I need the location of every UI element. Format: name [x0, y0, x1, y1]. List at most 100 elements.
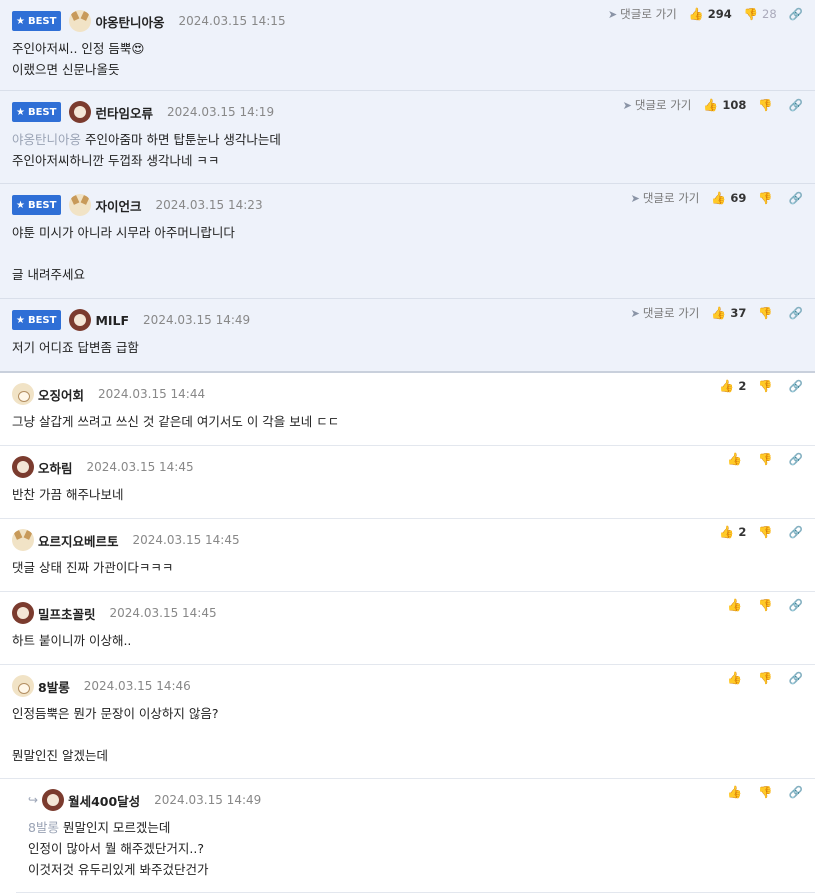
nickname[interactable]: MILF	[95, 313, 129, 328]
nickname[interactable]: 자이언크	[95, 196, 141, 215]
link-icon[interactable]: 🔗	[789, 306, 803, 320]
link-icon[interactable]: 🔗	[789, 598, 803, 612]
mention[interactable]: 야옹탄니아옹	[12, 132, 81, 147]
link-icon[interactable]: 🔗	[789, 98, 803, 112]
mention[interactable]: 8발롱	[28, 820, 59, 835]
upvote-button[interactable]: 👍	[727, 671, 746, 685]
comment-body: 야옹탄니아옹 주인아줌마 하면 탑툰눈나 생각나는데 주인아저씨하니깐 두껍좌 생…	[12, 132, 281, 168]
comment-actions: ➤ 댓글로 가기 👍 69 👎 🔗	[631, 190, 803, 206]
comment-actions: 👍 2 👎 🔗	[719, 525, 803, 539]
best-badge: ★ BEST	[12, 195, 62, 215]
comment-actions: ➤ 댓글로 가기 👍 108 👎 🔗	[623, 97, 803, 113]
downvote-button[interactable]: 👎	[758, 452, 776, 466]
comment-item: 오징어회 2024.03.15 14:44 👍 2 👎 🔗 그냥 살갑게 쓰려고 …	[0, 373, 815, 446]
comment-actions: 👍 👎 🔗	[727, 598, 803, 612]
thumbs-up-icon: 👍	[727, 785, 743, 799]
avatar[interactable]	[12, 602, 34, 624]
avatar[interactable]	[69, 101, 92, 123]
comment-actions: 👍 👎 🔗	[727, 452, 803, 466]
comment-date: 2024.03.15 14:15	[178, 14, 286, 28]
nickname[interactable]: 밀프초꼴릿	[38, 604, 96, 623]
nickname[interactable]: 8발롱	[38, 677, 70, 696]
thumbs-down-icon: 👎	[758, 98, 773, 112]
send-icon: ➤	[630, 306, 640, 320]
upvote-button[interactable]: 👍	[727, 452, 746, 466]
thumbs-up-icon: 👍	[727, 671, 743, 685]
nickname[interactable]: 런타임오류	[95, 103, 153, 122]
nickname[interactable]: 월세400달성	[68, 791, 140, 810]
link-icon[interactable]: 🔗	[789, 7, 803, 21]
comment-actions: 👍 2 👎 🔗	[719, 379, 803, 393]
goto-comment-link[interactable]: ➤ 댓글로 가기	[631, 305, 700, 321]
downvote-button[interactable]: 👎	[758, 525, 776, 539]
comment-body: 하트 붙이니까 이상해..	[12, 633, 132, 648]
nickname[interactable]: 오징어회	[38, 385, 84, 404]
comment-date: 2024.03.15 14:45	[86, 460, 194, 474]
send-icon: ➤	[622, 98, 632, 112]
comment-date: 2024.03.15 14:23	[155, 198, 263, 212]
avatar[interactable]	[12, 383, 34, 405]
avatar[interactable]	[69, 10, 92, 32]
comment-item: 8발롱 2024.03.15 14:46 👍 👎 🔗 인정듬뿍은 뭔가 문장이 …	[0, 665, 815, 779]
comment-date: 2024.03.15 14:45	[132, 533, 240, 547]
upvote-button[interactable]: 👍 37	[711, 306, 746, 320]
goto-comment-link[interactable]: ➤ 댓글로 가기	[608, 6, 677, 22]
thumbs-down-icon: 👎	[758, 379, 773, 393]
link-icon[interactable]: 🔗	[789, 191, 803, 205]
comment-body: 저기 어디죠 답변좀 급함	[12, 340, 139, 355]
comment-actions: ➤ 댓글로 가기 👍 294 👎 28 🔗	[608, 6, 803, 22]
comment-actions: 👍 👎 🔗	[727, 671, 803, 685]
thumbs-up-icon: 👍	[727, 598, 743, 612]
comment-body: 8발롱 뭔말인지 모르겠는데 인정이 많아서 뭘 해주겠단거지..? 이것저것 유두…	[28, 820, 209, 877]
avatar[interactable]	[12, 529, 34, 551]
upvote-button[interactable]: 👍 108	[703, 98, 746, 112]
thumbs-down-icon: 👎	[758, 785, 773, 799]
avatar[interactable]	[12, 675, 34, 697]
link-icon[interactable]: 🔗	[789, 452, 803, 466]
downvote-button[interactable]: 👎	[758, 379, 776, 393]
link-icon[interactable]: 🔗	[789, 785, 803, 799]
comment-date: 2024.03.15 14:45	[109, 606, 217, 620]
goto-comment-link[interactable]: ➤ 댓글로 가기	[623, 97, 692, 113]
downvote-button[interactable]: 👎	[758, 306, 776, 320]
downvote-button[interactable]: 👎	[758, 598, 776, 612]
downvote-button[interactable]: 👎	[758, 191, 776, 205]
link-icon[interactable]: 🔗	[789, 379, 803, 393]
comment-date: 2024.03.15 14:44	[98, 387, 206, 401]
link-icon[interactable]: 🔗	[789, 671, 803, 685]
upvote-button[interactable]: 👍 2	[719, 379, 746, 393]
upvote-button[interactable]: 👍 2	[719, 525, 746, 539]
upvote-button[interactable]: 👍	[727, 598, 746, 612]
avatar[interactable]	[69, 194, 92, 216]
nickname[interactable]: 오하림	[38, 458, 73, 477]
goto-comment-link[interactable]: ➤ 댓글로 가기	[631, 190, 700, 206]
thumbs-up-icon: 👍	[719, 379, 735, 393]
link-icon[interactable]: 🔗	[789, 525, 803, 539]
downvote-button[interactable]: 👎	[758, 98, 776, 112]
comment-item: ★ BEST 자이언크 2024.03.15 14:23 ➤ 댓글로 가기 👍 69 …	[0, 184, 815, 299]
thumbs-up-icon: 👍	[719, 525, 735, 539]
upvote-button[interactable]: 👍 294	[689, 7, 732, 21]
nickname[interactable]: 야옹탄니아옹	[95, 12, 164, 31]
best-badge: ★ BEST	[12, 11, 62, 31]
downvote-button[interactable]: 👎 28	[744, 7, 777, 21]
comment-item: ★ BEST 야옹탄니아옹 2024.03.15 14:15 ➤ 댓글로 가기 👍 2…	[0, 0, 815, 91]
comment-actions: ➤ 댓글로 가기 👍 37 👎 🔗	[631, 305, 803, 321]
upvote-button[interactable]: 👍 69	[711, 191, 746, 205]
best-badge: ★ BEST	[12, 310, 62, 330]
thumbs-up-icon: 👍	[711, 191, 727, 205]
comment-body: 반찬 가끔 해주나보네	[12, 487, 124, 502]
send-icon: ➤	[607, 7, 618, 21]
upvote-button[interactable]: 👍	[727, 785, 746, 799]
avatar[interactable]	[69, 309, 92, 331]
nickname[interactable]: 요르지요베르토	[38, 531, 119, 550]
thumbs-down-icon: 👎	[758, 525, 773, 539]
comment-body: 인정듬뿍은 뭔가 문장이 이상하지 않음? 뭔말인진 알겠는데	[12, 706, 219, 763]
downvote-button[interactable]: 👎	[758, 671, 776, 685]
downvote-button[interactable]: 👎	[758, 785, 776, 799]
best-badge: ★ BEST	[12, 102, 62, 122]
avatar[interactable]	[42, 789, 65, 811]
comment-body: 댓글 상태 진짜 가관이다ㅋㅋㅋ	[12, 560, 174, 575]
avatar[interactable]	[12, 456, 34, 478]
thumbs-down-icon: 👎	[758, 452, 773, 466]
